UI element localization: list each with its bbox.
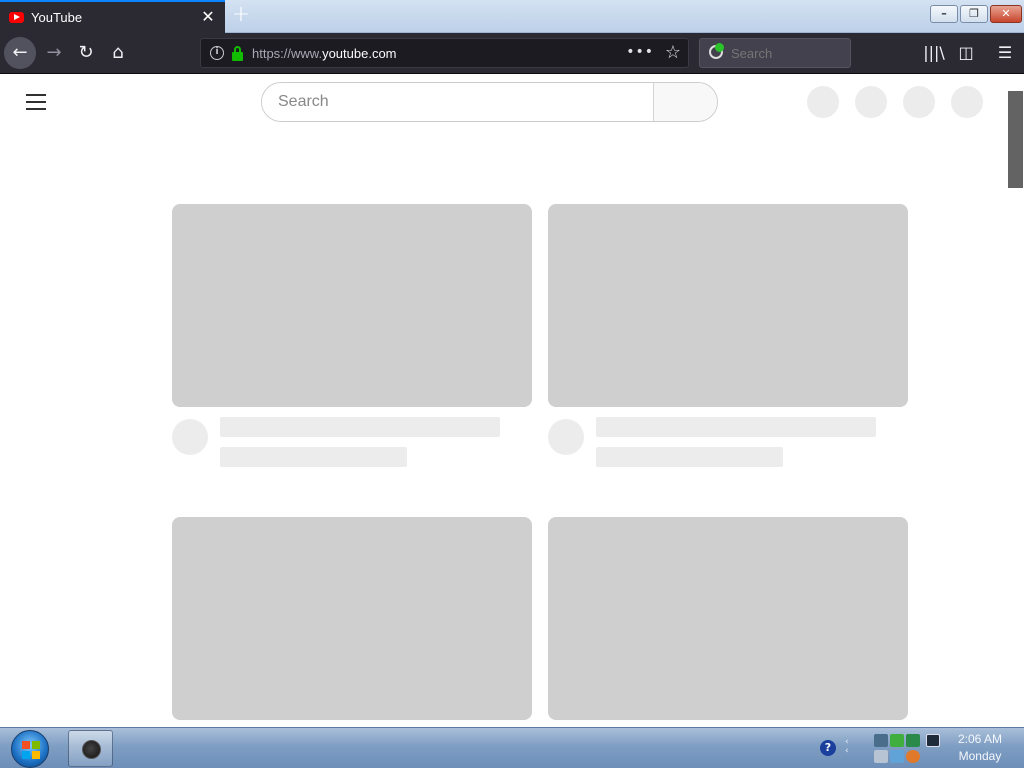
system-clock[interactable]: 2:06 AM Monday [950, 731, 1010, 765]
close-icon: ✕ [1001, 7, 1011, 20]
youtube-search-input[interactable] [262, 83, 653, 121]
minimize-button[interactable]: – [930, 5, 958, 23]
video-title-placeholder [596, 417, 876, 437]
start-button[interactable] [11, 730, 49, 768]
device-tray-icon[interactable] [874, 750, 888, 763]
apps-button-placeholder[interactable] [807, 86, 839, 118]
search-engine-icon[interactable] [707, 43, 727, 63]
display-tray-icon[interactable] [926, 734, 940, 747]
forward-button[interactable]: → [38, 37, 70, 69]
video-thumbnail-placeholder[interactable] [172, 204, 532, 407]
guide-menu-icon[interactable] [26, 94, 46, 110]
url-text[interactable]: https://www.youtube.com [252, 46, 397, 61]
notifications-button-placeholder[interactable] [903, 86, 935, 118]
video-meta-placeholder [220, 447, 407, 467]
url-prefix: https://www. [252, 45, 323, 61]
windows-logo-icon [22, 741, 40, 759]
clock-day: Monday [958, 749, 1002, 763]
tab-youtube[interactable]: YouTube ✕ [0, 0, 225, 33]
tab-strip: YouTube ✕ + – ❐ ✕ [0, 0, 1024, 33]
clock-time: 2:06 AM [957, 732, 1003, 746]
minimize-icon: – [941, 7, 947, 20]
security-tray-icon[interactable] [890, 734, 904, 747]
secure-lock-icon [232, 45, 243, 61]
video-thumbnail-placeholder[interactable] [172, 517, 532, 720]
library-icon[interactable]: |||\ [918, 37, 950, 69]
reload-button[interactable]: ↻ [70, 37, 102, 69]
sync-tray-icon[interactable] [890, 750, 904, 763]
system-tray-icons [872, 732, 944, 766]
browser-search-input[interactable] [731, 45, 841, 61]
messages-button-placeholder[interactable] [855, 86, 887, 118]
scrollbar-thumb[interactable] [1008, 91, 1023, 188]
browser-search-bar[interactable] [699, 38, 851, 68]
window-controls: – ❐ ✕ [930, 5, 1022, 23]
tab-title: YouTube [31, 10, 83, 25]
video-thumbnail-placeholder[interactable] [548, 517, 908, 720]
channel-avatar-placeholder [548, 419, 584, 455]
page-actions-icon[interactable]: ••• [626, 44, 654, 60]
help-icon[interactable]: ? [820, 740, 836, 756]
video-meta-placeholder [596, 447, 783, 467]
account-button-placeholder[interactable] [951, 86, 983, 118]
hamburger-menu-icon[interactable]: ☰ [989, 37, 1021, 69]
youtube-page [0, 75, 1024, 727]
address-bar[interactable]: i https://www.youtube.com ••• ☆ [200, 38, 689, 68]
restore-icon: ❐ [969, 7, 979, 20]
site-info-icon[interactable]: i [210, 46, 224, 60]
channel-avatar-placeholder [172, 419, 208, 455]
network-tray-icon[interactable] [874, 734, 888, 747]
app-icon [82, 740, 101, 759]
page-scrollbar[interactable] [1007, 75, 1024, 727]
taskbar-firefox-item[interactable] [68, 730, 113, 767]
youtube-favicon-icon [9, 12, 24, 23]
url-domain: youtube.com [322, 45, 397, 61]
new-tab-button[interactable]: + [230, 4, 252, 26]
windows-taskbar: ? ‹ ‹ 2:06 AM Monday [0, 727, 1024, 768]
bookmark-star-icon[interactable]: ☆ [665, 42, 681, 63]
tab-close-icon[interactable]: ✕ [199, 8, 217, 26]
close-window-button[interactable]: ✕ [990, 5, 1022, 23]
youtube-search-box [261, 82, 718, 122]
home-button[interactable]: ⌂ [102, 37, 134, 69]
restore-button[interactable]: ❐ [960, 5, 988, 23]
video-thumbnail-placeholder[interactable] [548, 204, 908, 407]
nav-toolbar: ← → ↻ ⌂ i https://www.youtube.com ••• ☆ … [0, 33, 1024, 74]
back-button[interactable]: ← [4, 37, 36, 69]
show-hidden-icons-chevron-icon[interactable]: ‹ ‹ [845, 738, 849, 756]
update-tray-icon[interactable] [906, 734, 920, 747]
sidebar-toggle-icon[interactable]: ◫ [950, 37, 982, 69]
search-tray-icon[interactable] [906, 750, 920, 763]
youtube-search-button[interactable] [653, 83, 717, 121]
video-title-placeholder [220, 417, 500, 437]
